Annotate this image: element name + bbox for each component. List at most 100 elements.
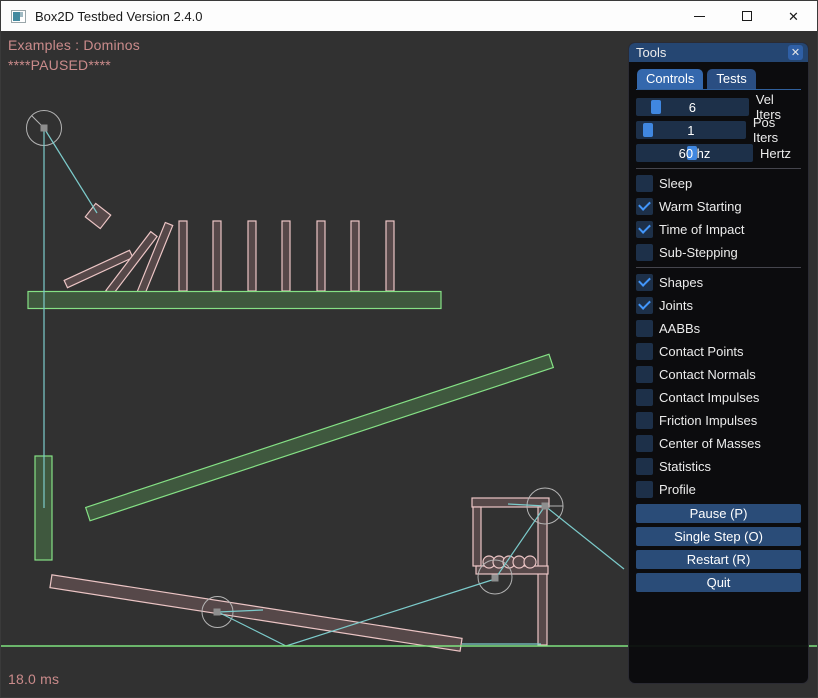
slider-list: 6Vel Iters 1 Pos Iters60 hz Hertz xyxy=(636,98,801,162)
body-domino-standing-6[interactable] xyxy=(351,221,359,291)
app-icon xyxy=(11,10,26,23)
checkbox-label-profile: Profile xyxy=(659,482,696,497)
checkbox-contact-impulses[interactable] xyxy=(636,389,653,406)
checkbox-row-sub-stepping[interactable]: Sub-Stepping xyxy=(636,244,801,261)
slider-row-hertz: 60 hz Hertz xyxy=(636,144,801,162)
checkbox-sleep[interactable] xyxy=(636,175,653,192)
checkbox-contact-normals[interactable] xyxy=(636,366,653,383)
checkbox-row-sleep[interactable]: Sleep xyxy=(636,175,801,192)
checkbox-warm-starting[interactable] xyxy=(636,198,653,215)
slider-label-hertz: Hertz xyxy=(760,146,791,161)
close-button[interactable]: ✕ xyxy=(770,1,817,31)
window-controls: ✕ xyxy=(676,1,817,31)
body-domino-standing-1[interactable] xyxy=(179,221,187,291)
checkbox-shapes[interactable] xyxy=(636,274,653,291)
slider-value-pos-iters: 1 xyxy=(687,123,694,138)
body-frame-right-post[interactable] xyxy=(538,507,547,645)
body-domino-standing-3[interactable] xyxy=(248,221,256,291)
checkbox-statistics[interactable] xyxy=(636,458,653,475)
slider-grab-vel-iters[interactable] xyxy=(651,100,661,114)
body-hanging-box[interactable] xyxy=(85,203,110,228)
slider-row-vel-iters: 6Vel Iters xyxy=(636,98,801,116)
checkbox-row-contact-points[interactable]: Contact Points xyxy=(636,343,801,360)
checkbox-row-contact-normals[interactable]: Contact Normals xyxy=(636,366,801,383)
single-step-o-button[interactable]: Single Step (O) xyxy=(636,527,801,546)
slider-vel-iters[interactable]: 6 xyxy=(636,98,749,116)
checkbox-row-time-of-impact[interactable]: Time of Impact xyxy=(636,221,801,238)
joint-anchor-3 xyxy=(492,575,499,582)
separator xyxy=(636,267,801,268)
checkbox-row-friction-impulses[interactable]: Friction Impulses xyxy=(636,412,801,429)
slider-hertz[interactable]: 60 hz xyxy=(636,144,753,162)
checkbox-time-of-impact[interactable] xyxy=(636,221,653,238)
checkbox-contact-points[interactable] xyxy=(636,343,653,360)
checkbox-aabbs[interactable] xyxy=(636,320,653,337)
app-window: Box2D Testbed Version 2.4.0 ✕ Examples :… xyxy=(0,0,818,698)
slider-label-pos-iters: Pos Iters xyxy=(753,115,801,145)
close-icon: ✕ xyxy=(788,10,799,23)
body-frame-left-post[interactable] xyxy=(473,507,481,566)
body-ball-4[interactable] xyxy=(513,556,525,568)
checkbox-label-contact-impulses: Contact Impulses xyxy=(659,390,759,405)
checkbox-label-center-of-masses: Center of Masses xyxy=(659,436,761,451)
checkbox-row-joints[interactable]: Joints xyxy=(636,297,801,314)
tab-tests[interactable]: Tests xyxy=(707,69,755,89)
minimize-button[interactable] xyxy=(676,1,723,31)
checkbox-row-shapes[interactable]: Shapes xyxy=(636,274,801,291)
button-list: Pause (P) Single Step (O) Restart (R) Quit xyxy=(636,504,801,592)
joint-anchor-1 xyxy=(41,125,48,132)
tools-panel: Tools ✕ ControlsTests 6Vel Iters 1 Pos Ite… xyxy=(628,42,809,684)
checkbox-row-center-of-masses[interactable]: Center of Masses xyxy=(636,435,801,452)
body-ball-5[interactable] xyxy=(524,556,536,568)
body-domino-leaning-2[interactable] xyxy=(137,222,172,294)
separator xyxy=(636,168,801,169)
checkbox-label-time-of-impact: Time of Impact xyxy=(659,222,744,237)
checkbox-friction-impulses[interactable] xyxy=(636,412,653,429)
checkbox-row-profile[interactable]: Profile xyxy=(636,481,801,498)
checkbox-row-aabbs[interactable]: AABBs xyxy=(636,320,801,337)
checkbox-label-friction-impulses: Friction Impulses xyxy=(659,413,757,428)
example-label: Examples : Dominos xyxy=(8,37,140,53)
checkbox-label-warm-starting: Warm Starting xyxy=(659,199,742,214)
body-top-shelf[interactable] xyxy=(28,292,441,309)
maximize-icon xyxy=(742,11,752,21)
checkbox-profile[interactable] xyxy=(636,481,653,498)
tools-panel-title: Tools xyxy=(636,45,666,60)
checkbox-list: Sleep Warm Starting Time of Impact Sub-Step… xyxy=(636,168,801,498)
body-domino-standing-2[interactable] xyxy=(213,221,221,291)
tools-panel-titlebar[interactable]: Tools ✕ xyxy=(629,43,808,62)
checkbox-label-sub-stepping: Sub-Stepping xyxy=(659,245,738,260)
maximize-button[interactable] xyxy=(723,1,770,31)
window-titlebar[interactable]: Box2D Testbed Version 2.4.0 ✕ xyxy=(1,1,817,31)
checkbox-joints[interactable] xyxy=(636,297,653,314)
body-domino-standing-4[interactable] xyxy=(282,221,290,291)
restart-r-button[interactable]: Restart (R) xyxy=(636,550,801,569)
checkbox-label-sleep: Sleep xyxy=(659,176,692,191)
checkbox-label-contact-normals: Contact Normals xyxy=(659,367,756,382)
checkbox-label-shapes: Shapes xyxy=(659,275,703,290)
checkbox-row-warm-starting[interactable]: Warm Starting xyxy=(636,198,801,215)
tab-controls[interactable]: Controls xyxy=(637,69,703,89)
joint-anchor-2 xyxy=(214,609,221,616)
checkbox-sub-stepping[interactable] xyxy=(636,244,653,261)
slider-pos-iters[interactable]: 1 xyxy=(636,121,746,139)
frame-time-label: 18.0 ms xyxy=(8,671,59,687)
checkbox-label-aabbs: AABBs xyxy=(659,321,700,336)
pause-p-button[interactable]: Pause (P) xyxy=(636,504,801,523)
slider-value-vel-iters: 6 xyxy=(689,100,696,115)
slider-grab-pos-iters[interactable] xyxy=(643,123,653,137)
checkbox-label-statistics: Statistics xyxy=(659,459,711,474)
joint-line-2 xyxy=(44,128,97,213)
body-seesaw-plank[interactable] xyxy=(50,575,462,651)
checkbox-row-statistics[interactable]: Statistics xyxy=(636,458,801,475)
quit-button[interactable]: Quit xyxy=(636,573,801,592)
body-domino-standing-7[interactable] xyxy=(386,221,394,291)
tab-bar: ControlsTests xyxy=(636,69,801,90)
checkbox-center-of-masses[interactable] xyxy=(636,435,653,452)
tools-close-icon[interactable]: ✕ xyxy=(788,45,803,60)
simulation-canvas[interactable]: Examples : Dominos ****PAUSED**** 18.0 m… xyxy=(1,31,817,697)
minimize-icon xyxy=(694,16,705,17)
body-angled-ramp[interactable] xyxy=(86,354,554,521)
checkbox-row-contact-impulses[interactable]: Contact Impulses xyxy=(636,389,801,406)
body-domino-standing-5[interactable] xyxy=(317,221,325,291)
